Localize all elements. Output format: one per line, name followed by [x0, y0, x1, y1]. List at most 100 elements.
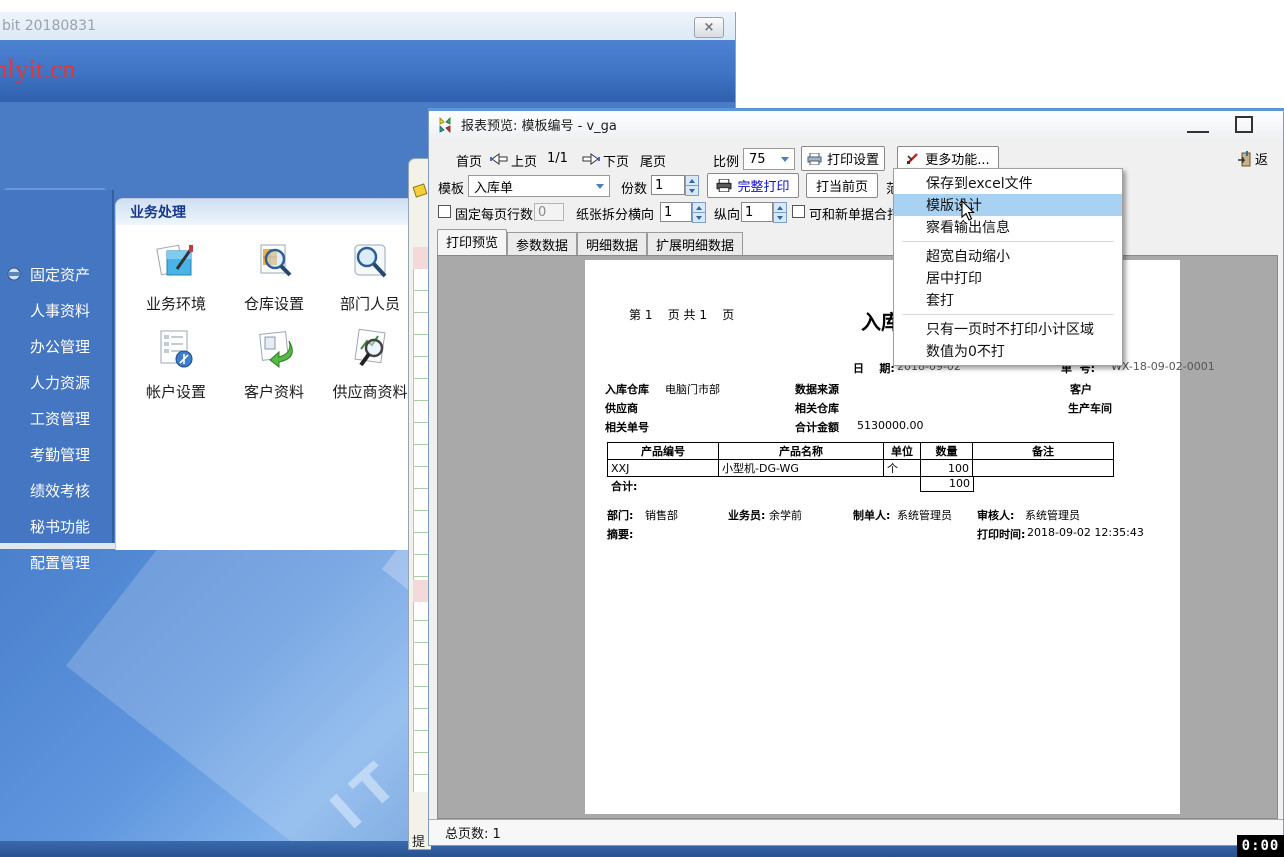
print-setup-button[interactable]: 打印设置	[801, 146, 885, 171]
sidebar-item-label: 人力资源	[30, 372, 90, 393]
prev-page-icon[interactable]	[489, 152, 509, 166]
merge-print-checkbox[interactable]	[792, 205, 805, 218]
maximize-button[interactable]	[1235, 116, 1253, 133]
scale-select[interactable]: 75	[743, 148, 795, 170]
chevron-down-icon	[596, 184, 604, 189]
form-grid-cell	[413, 247, 428, 269]
customer-label: 客户	[1070, 381, 1092, 397]
fixed-rows-label: 固定每页行数	[455, 204, 533, 223]
source-label: 数据来源	[795, 381, 839, 397]
panel-title: 业务处理	[130, 202, 186, 222]
panel-item-label: 供应商资料	[322, 381, 418, 402]
prev-page-button[interactable]: 上页	[511, 151, 537, 170]
split-vertical-label: 纵向	[714, 204, 740, 223]
spin-up-icon	[777, 206, 783, 210]
main-window-title: bit 20180831	[2, 18, 96, 34]
sidebar-item-fixed-assets[interactable]: 固定资产	[0, 256, 112, 292]
next-page-button[interactable]: 下页	[603, 151, 629, 170]
next-page-icon[interactable]	[581, 152, 601, 166]
panel-item-warehouse-setup[interactable]: 仓库设置	[226, 239, 322, 314]
col-quantity: 数量	[921, 443, 973, 460]
menu-item-view-output[interactable]: 察看输出信息	[894, 216, 1122, 238]
panel-item-department-staff[interactable]: 部门人员	[322, 239, 418, 314]
spin-down-icon	[689, 189, 695, 193]
customer-data-icon	[251, 327, 297, 373]
related-no-label: 相关单号	[605, 419, 649, 435]
first-page-button[interactable]: 首页	[456, 151, 482, 170]
form-partial-text: 提	[412, 831, 425, 850]
copies-input[interactable]	[651, 175, 685, 195]
sphere-icon	[6, 266, 22, 282]
warehouse-setup-icon	[251, 239, 297, 285]
split-horizontal-spinner[interactable]	[692, 202, 706, 223]
sidebar-item-salary[interactable]: 工资管理	[0, 400, 112, 436]
business-env-icon	[153, 239, 199, 285]
tab-detail-data[interactable]: 明细数据	[577, 232, 647, 255]
sidebar-item-label: 工资管理	[30, 408, 90, 429]
sidebar-item-label: 绩效考核	[30, 480, 90, 501]
print-setup-label: 打印设置	[827, 149, 879, 168]
panel-item-account-setup[interactable]: 帐户设置	[128, 327, 224, 402]
panel-item-label: 部门人员	[322, 293, 418, 314]
panel-item-supplier-data[interactable]: 供应商资料	[322, 327, 418, 402]
menu-item-center-print[interactable]: 居中打印	[894, 267, 1122, 289]
preview-area[interactable]: 第 1 页 共 1 页 入库单 日 期: 2018-09-02 单 号: WX-…	[437, 255, 1278, 819]
sidebar-item-human-resource[interactable]: 人力资源	[0, 364, 112, 400]
return-button[interactable]: 返	[1237, 149, 1268, 168]
col-product-name: 产品名称	[719, 443, 884, 460]
menu-item-template-design[interactable]: 模版设计	[894, 194, 1122, 216]
workshop-label: 生产车间	[1068, 400, 1112, 416]
total-value: 100	[920, 476, 974, 492]
report-table: 产品编号 产品名称 单位 数量 备注 XXJ 小型机-DG-WG 个 100	[607, 442, 1114, 477]
copies-label: 份数	[621, 178, 647, 197]
cell-product-code: XXJ	[608, 460, 719, 477]
sidebar-item-config[interactable]: 配置管理	[0, 544, 112, 580]
panel-item-customer-data[interactable]: 客户资料	[226, 327, 322, 402]
full-print-button[interactable]: 完整打印	[707, 173, 799, 198]
menu-item-save-excel[interactable]: 保存到excel文件	[894, 172, 1122, 194]
last-page-button[interactable]: 尾页	[640, 151, 666, 170]
banner: nlyit.cn	[0, 40, 735, 102]
form-icon	[413, 183, 428, 197]
split-horizontal-input[interactable]	[660, 202, 692, 222]
tab-print-preview[interactable]: 打印预览	[437, 229, 507, 255]
template-select[interactable]: 入库单	[468, 175, 610, 197]
chevron-down-icon	[781, 157, 789, 162]
split-vertical-input[interactable]	[741, 202, 773, 222]
cell-remark	[973, 460, 1114, 477]
fixed-rows-input[interactable]	[534, 203, 564, 221]
split-horizontal-label: 纸张拆分横向	[576, 204, 654, 223]
menu-item-zero-not-print[interactable]: 数值为0不打	[894, 340, 1122, 362]
total-label: 合计:	[611, 478, 637, 494]
sidebar-item-label: 配置管理	[30, 552, 90, 573]
menu-item-overlay-print[interactable]: 套打	[894, 289, 1122, 311]
minimize-button[interactable]	[1187, 119, 1209, 133]
tab-extended-detail-data[interactable]: 扩展明细数据	[647, 232, 743, 255]
fixed-rows-checkbox[interactable]	[438, 205, 451, 218]
printer-icon	[807, 153, 822, 165]
sidebar-item-secretary[interactable]: 秘书功能	[0, 508, 112, 544]
panel-item-business-env[interactable]: 业务环境	[128, 239, 224, 314]
split-vertical-spinner[interactable]	[773, 202, 787, 223]
more-functions-menu: 保存到excel文件 模版设计 察看输出信息 超宽自动缩小 居中打印 套打 只有…	[893, 168, 1123, 366]
sidebar-item-performance[interactable]: 绩效考核	[0, 472, 112, 508]
copies-spinner[interactable]	[685, 175, 699, 196]
preview-tabs: 打印预览 参数数据 明细数据 扩展明细数据	[437, 231, 743, 255]
form-grid-cell	[413, 580, 428, 602]
sidebar-item-label: 考勤管理	[30, 444, 90, 465]
table-row: XXJ 小型机-DG-WG 个 100	[608, 460, 1114, 477]
close-button[interactable]: ×	[694, 17, 724, 38]
report-date-label: 日 期:	[853, 360, 895, 376]
business-panel: 业务处理 业务环境	[115, 198, 429, 550]
sidebar-item-attendance[interactable]: 考勤管理	[0, 436, 112, 472]
menu-item-no-subtotal-single-page[interactable]: 只有一页时不打印小计区域	[894, 318, 1122, 340]
amount-label: 合计金额	[795, 419, 839, 435]
print-current-button[interactable]: 打当前页	[806, 173, 878, 198]
preview-titlebar: 报表预览: 模板编号 - v_ga	[429, 111, 1283, 138]
menu-item-auto-shrink[interactable]: 超宽自动缩小	[894, 245, 1122, 267]
tab-parameter-data[interactable]: 参数数据	[507, 232, 577, 255]
sidebar-item-office[interactable]: 办公管理	[0, 328, 112, 364]
page-indicator: 1/1	[547, 151, 568, 166]
sidebar-item-hr-files[interactable]: 人事资料	[0, 292, 112, 328]
print-time-value: 2018-09-02 12:35:43	[1027, 526, 1144, 539]
